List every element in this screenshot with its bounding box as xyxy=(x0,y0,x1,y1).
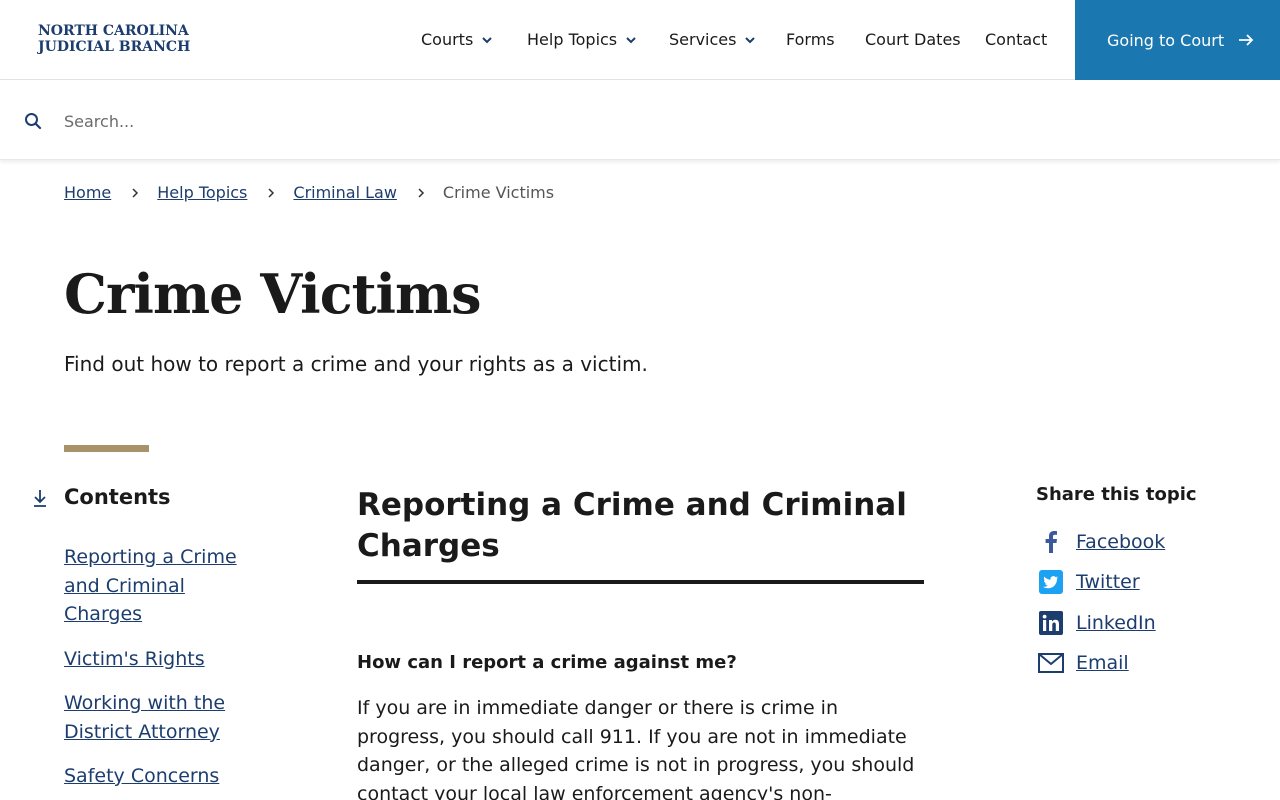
toc-link-working-with-da[interactable]: Working with the District Attorney xyxy=(64,689,244,746)
breadcrumb-home[interactable]: Home xyxy=(64,183,111,202)
nav-contact[interactable]: Contact xyxy=(985,30,1047,49)
nav-courts[interactable]: Courts xyxy=(421,30,493,49)
chevron-down-icon xyxy=(482,36,493,43)
nav-courts-label: Courts xyxy=(421,30,474,49)
breadcrumb: Home Help Topics Criminal Law Crime Vict… xyxy=(64,183,554,202)
chevron-down-icon xyxy=(626,36,636,43)
contents-title: Contents xyxy=(64,485,171,509)
share-twitter[interactable]: Twitter xyxy=(1036,569,1165,596)
share-linkedin-link[interactable]: LinkedIn xyxy=(1076,612,1156,634)
collapse-contents-icon[interactable] xyxy=(32,488,48,508)
breadcrumb-help-topics[interactable]: Help Topics xyxy=(157,183,247,202)
share-linkedin[interactable]: LinkedIn xyxy=(1036,609,1165,636)
section-title: Reporting a Crime and Criminal Charges xyxy=(357,487,907,564)
facebook-icon xyxy=(1036,528,1066,555)
twitter-icon xyxy=(1036,569,1066,596)
arrow-right-icon xyxy=(1239,34,1254,46)
toc-link-reporting-a-crime[interactable]: Reporting a Crime and Criminal Charges xyxy=(64,543,244,629)
logo-line-1: NORTH CAROLINA xyxy=(38,23,189,39)
nav-forms-label: Forms xyxy=(786,30,835,49)
search-bar xyxy=(0,81,1280,160)
share-email[interactable]: Email xyxy=(1036,650,1165,677)
nav-services-label: Services xyxy=(669,30,737,49)
search-input[interactable] xyxy=(64,108,964,134)
nav-court-dates-label: Court Dates xyxy=(865,30,961,49)
nav-services[interactable]: Services xyxy=(669,30,756,49)
toc-link-victims-rights[interactable]: Victim's Rights xyxy=(64,645,244,674)
chevron-down-icon xyxy=(745,36,756,43)
nav-court-dates[interactable]: Court Dates xyxy=(865,30,961,49)
breadcrumb-current: Crime Victims xyxy=(442,183,555,202)
site-logo[interactable]: NORTH CAROLINA JUDICIAL BRANCH xyxy=(38,23,190,55)
chevron-right-icon xyxy=(418,187,424,198)
faq-question: How can I report a crime against me? xyxy=(357,652,737,673)
email-icon xyxy=(1036,650,1066,677)
share-facebook-link[interactable]: Facebook xyxy=(1076,531,1165,553)
share-twitter-link[interactable]: Twitter xyxy=(1076,571,1140,593)
linkedin-icon xyxy=(1036,609,1066,636)
share-title: Share this topic xyxy=(1036,484,1197,505)
going-to-court-button[interactable]: Going to Court xyxy=(1075,0,1280,80)
share-facebook[interactable]: Facebook xyxy=(1036,528,1165,555)
nav-forms[interactable]: Forms xyxy=(786,30,835,49)
page-subtitle: Find out how to report a crime and your … xyxy=(64,352,648,376)
logo-line-2: JUDICIAL BRANCH xyxy=(38,39,191,55)
toc-link-safety-concerns[interactable]: Safety Concerns xyxy=(64,762,244,791)
site-header: NORTH CAROLINA JUDICIAL BRANCH Courts He… xyxy=(0,0,1280,80)
nav-help-topics-label: Help Topics xyxy=(527,30,618,49)
search-icon[interactable] xyxy=(24,112,42,130)
breadcrumb-criminal-law[interactable]: Criminal Law xyxy=(293,183,397,202)
chevron-right-icon xyxy=(268,187,275,198)
section-divider xyxy=(357,580,924,584)
chevron-right-icon xyxy=(132,187,139,198)
nav-help-topics[interactable]: Help Topics xyxy=(527,30,637,49)
share-email-link[interactable]: Email xyxy=(1076,652,1129,674)
accent-divider xyxy=(64,445,149,452)
share-links: Facebook Twitter LinkedIn Email xyxy=(1036,528,1165,690)
table-of-contents: Reporting a Crime and Criminal Charges V… xyxy=(64,543,244,800)
going-to-court-label: Going to Court xyxy=(1107,30,1225,50)
faq-answer: If you are in immediate danger or there … xyxy=(357,697,915,800)
nav-contact-label: Contact xyxy=(985,30,1048,49)
page-title: Crime Victims xyxy=(64,262,482,326)
